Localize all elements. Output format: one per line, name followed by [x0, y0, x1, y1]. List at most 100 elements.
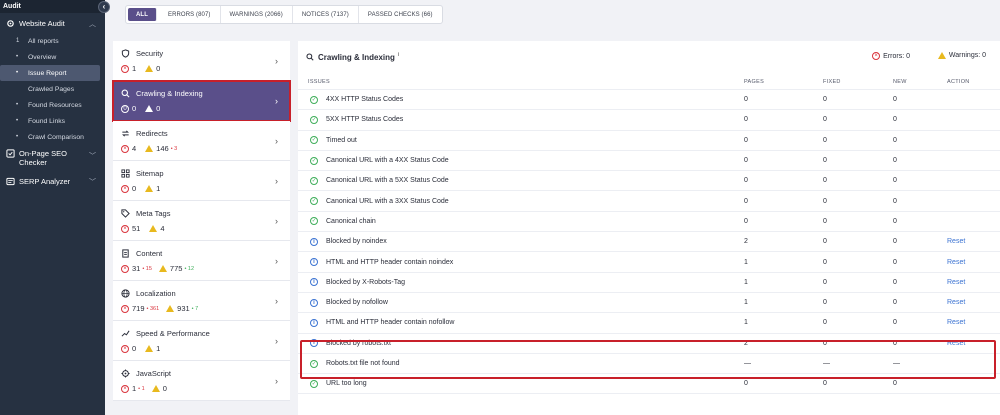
pages-cell[interactable]: 1	[744, 259, 823, 266]
pages-cell[interactable]: 0	[744, 116, 823, 123]
new-cell: 0	[893, 258, 897, 266]
table-row[interactable]: ✓ Timed out 0 0 0	[298, 131, 1000, 151]
column-new[interactable]: NEW	[893, 79, 947, 85]
reset-link[interactable]: Reset	[947, 319, 1000, 326]
table-row[interactable]: ✓ Canonical URL with a 5XX Status Code 0 0 0	[298, 171, 1000, 192]
pages-cell[interactable]: 2	[744, 238, 823, 245]
pages-cell[interactable]: 0	[744, 137, 823, 144]
tab-passed[interactable]: PASSED CHECKS (66)	[359, 6, 442, 23]
category-javascript[interactable]: JavaScript × 1 • 1 0 ›	[113, 361, 290, 401]
pages-cell[interactable]: 1	[744, 279, 823, 286]
reset-link[interactable]: Reset	[947, 279, 1000, 286]
pages-cell[interactable]: 0	[744, 157, 823, 164]
pages-cell[interactable]: 0	[744, 218, 823, 225]
category-errors: × 1	[121, 64, 138, 73]
chevron-left-icon[interactable]: ‹	[98, 1, 110, 13]
category-speed-performance[interactable]: Speed & Performance × 0 1 ›	[113, 321, 290, 361]
table-row[interactable]: ✓ Canonical URL with a 3XX Status Code 0 0 0	[298, 191, 1000, 212]
sidebar-item-found-resources[interactable]: • Found Resources	[0, 97, 105, 113]
category-stats: × 719 • 361 931 • 7	[121, 304, 290, 313]
issue-name[interactable]: HTML and HTTP header contain noindex	[326, 259, 453, 266]
category-crawling-indexing[interactable]: Crawling & Indexing 0 0 0 ›	[112, 80, 291, 122]
new-cell: 0	[893, 319, 897, 327]
issue-name[interactable]: Canonical URL with a 3XX Status Code	[326, 198, 449, 205]
table-row[interactable]: i Blocked by X-Robots-Tag 1 0 0 Reset	[298, 273, 1000, 293]
column-pages[interactable]: PAGES	[744, 79, 823, 85]
table-row[interactable]: ✓ Canonical URL with a 4XX Status Code 0 0 0	[298, 151, 1000, 172]
pages-cell[interactable]: 1	[744, 319, 823, 326]
category-redirects[interactable]: Redirects × 4 146 • 3 ›	[113, 121, 290, 161]
table-row[interactable]: ✓ URL too long 0 0 0	[298, 374, 1000, 395]
reset-link[interactable]: Reset	[947, 340, 1000, 347]
sidebar-section-onpage[interactable]: On-Page SEO Checker ﹀	[0, 145, 105, 171]
column-issues[interactable]: ISSUES	[298, 79, 744, 85]
table-row[interactable]: ✓ 5XX HTTP Status Codes 0 0 0	[298, 110, 1000, 131]
table-row[interactable]: i Blocked by nofollow 1 0 0 Reset	[298, 293, 1000, 314]
category-content[interactable]: Content × 31 • 15 775 • 12 ›	[113, 241, 290, 281]
issue-name[interactable]: Canonical URL with a 5XX Status Code	[326, 177, 449, 184]
globe-icon	[121, 289, 130, 298]
issue-cell: ✓ 5XX HTTP Status Codes	[298, 115, 744, 124]
issue-name[interactable]: 4XX HTTP Status Codes	[326, 96, 403, 103]
sidebar-item-issue-report[interactable]: • Issue Report	[0, 65, 100, 81]
fixed-cell: 0	[823, 157, 827, 165]
sidebar-item-label: All reports	[28, 37, 59, 45]
reset-link[interactable]: Reset	[947, 238, 1000, 245]
pages-cell[interactable]: 0	[744, 380, 823, 387]
issue-name[interactable]: URL too long	[326, 380, 367, 387]
sidebar-item-found-links[interactable]: • Found Links	[0, 113, 105, 129]
category-localization[interactable]: Localization × 719 • 361 931 • 7 ›	[113, 281, 290, 321]
sidebar-item-label: Issue Report	[28, 69, 67, 77]
shield-icon	[121, 49, 130, 58]
check-circle-icon: ✓	[310, 115, 318, 124]
category-label: JavaScript	[136, 369, 172, 378]
new-cell: 0	[893, 217, 897, 225]
reset-link[interactable]: Reset	[947, 259, 1000, 266]
category-meta-tags[interactable]: Meta Tags × 51 4 ›	[113, 201, 290, 241]
table-row[interactable]: i Blocked by noindex 2 0 0 Reset	[298, 232, 1000, 253]
table-row[interactable]: ✓ 4XX HTTP Status Codes 0 0 0	[298, 90, 1000, 111]
sidebar-item-crawl-comparison[interactable]: • Crawl Comparison	[0, 129, 105, 145]
issue-name[interactable]: Timed out	[326, 137, 357, 144]
pages-cell[interactable]: 1	[744, 299, 823, 306]
sidebar-item-marker: •	[16, 134, 19, 140]
issue-name[interactable]: Blocked by nofollow	[326, 299, 388, 306]
issue-name[interactable]: Blocked by robots.txt	[326, 340, 391, 347]
issues-table-body: ✓ 4XX HTTP Status Codes 0 0 0 ✓ 5XX HTTP Statu…	[298, 90, 1000, 395]
tab-errors[interactable]: ERRORS (807)	[159, 6, 221, 23]
pages-cell[interactable]: 0	[744, 96, 823, 103]
issue-name[interactable]: Blocked by noindex	[326, 238, 387, 245]
sidebar-section-website-audit[interactable]: Website Audit ︿	[0, 13, 105, 33]
table-row[interactable]: i Blocked by robots.txt 2 0 0 Reset	[298, 334, 1000, 354]
category-sitemap[interactable]: Sitemap × 0 1 ›	[113, 161, 290, 201]
column-fixed[interactable]: FIXED	[823, 79, 893, 85]
tab-notices[interactable]: NOTICES (7137)	[293, 6, 359, 23]
issue-name[interactable]: Canonical URL with a 4XX Status Code	[326, 157, 449, 164]
tab-all[interactable]: ALL	[128, 8, 157, 21]
category-security[interactable]: Security × 1 0 ›	[113, 41, 290, 81]
sidebar-item-crawled-pages[interactable]: Crawled Pages	[0, 81, 105, 97]
issue-name[interactable]: HTML and HTTP header contain nofollow	[326, 319, 454, 326]
sidebar-item-all-reports[interactable]: 1 All reports	[0, 33, 105, 49]
pages-cell[interactable]: 0	[744, 198, 823, 205]
category-warning-delta: • 7	[191, 305, 199, 312]
table-row[interactable]: ✓ Robots.txt file not found — — —	[298, 354, 1000, 375]
issue-name[interactable]: Blocked by X-Robots-Tag	[326, 279, 405, 286]
issue-name[interactable]: 5XX HTTP Status Codes	[326, 116, 403, 123]
table-row[interactable]: ✓ Canonical chain 0 0 0	[298, 212, 1000, 233]
pages-cell[interactable]: 0	[744, 177, 823, 184]
pages-cell[interactable]: —	[744, 360, 823, 367]
tab-warnings[interactable]: WARNINGS (2066)	[221, 6, 293, 23]
fixed-cell: 0	[823, 319, 827, 327]
chevron-up-icon: ︿	[89, 21, 96, 28]
reset-link[interactable]: Reset	[947, 299, 1000, 306]
info-icon[interactable]: i	[398, 52, 399, 58]
pages-cell[interactable]: 2	[744, 340, 823, 347]
sidebar-item-overview[interactable]: • Overview	[0, 49, 105, 65]
errors-summary: × Errors: 0	[872, 52, 910, 60]
table-row[interactable]: i HTML and HTTP header contain nofollow 1 0…	[298, 313, 1000, 334]
issue-name[interactable]: Canonical chain	[326, 218, 376, 225]
table-row[interactable]: i HTML and HTTP header contain noindex 1 0 0…	[298, 252, 1000, 273]
sidebar-section-serp[interactable]: SERP Analyzer ﹀	[0, 171, 105, 191]
issue-name[interactable]: Robots.txt file not found	[326, 360, 400, 367]
